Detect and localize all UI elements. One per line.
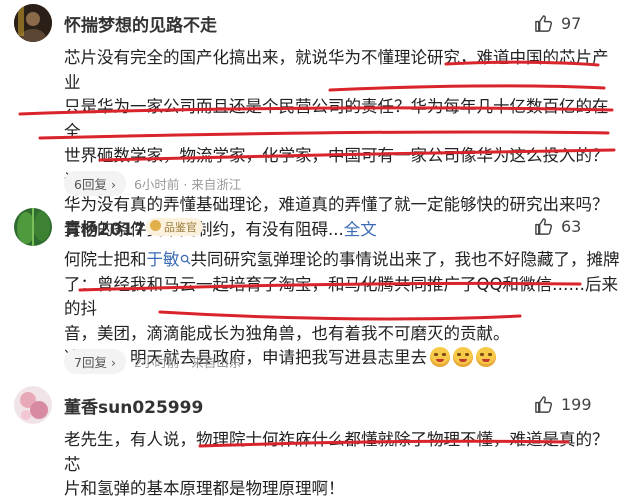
thumbs-up-icon bbox=[535, 395, 553, 413]
like-button[interactable]: 97 bbox=[534, 11, 581, 35]
like-button[interactable]: 63 bbox=[534, 214, 581, 238]
comment-body: 芯片没有完全的国产化搞出来，就说华为不懂理论研究，难道中国的芯片产业 只是华为一… bbox=[64, 46, 624, 242]
avatar-photo-icon bbox=[14, 4, 52, 42]
username[interactable]: 董香sun025999 bbox=[64, 393, 203, 418]
comment-line: 老先生，有人说，物理院士何祚庥什么都懂就除了物理不懂，难道是真的？芯 bbox=[64, 430, 609, 474]
avatar[interactable] bbox=[14, 4, 52, 42]
reply-count: 6回复 bbox=[74, 177, 107, 192]
reply-count-button[interactable]: 6回复 › bbox=[64, 171, 126, 196]
time-location: 2小时前 · 来自山东 bbox=[133, 355, 242, 370]
reply-count: 7回复 bbox=[74, 355, 107, 370]
like-count: 199 bbox=[561, 394, 592, 414]
chevron-right-icon: › bbox=[110, 355, 116, 370]
time-location: 6小时前 · 来自浙江 bbox=[133, 177, 242, 192]
avatar-photo-icon bbox=[14, 386, 52, 424]
like-button[interactable]: 199 bbox=[534, 392, 592, 416]
comment-line: 只是华为一家公司而且还是个民营公司的责任？华为每年几十亿数百亿的在全 bbox=[64, 97, 609, 141]
grinning-emoji bbox=[430, 347, 450, 367]
comment-meta: 7回复 › 2小时前 · 来自山东 bbox=[64, 349, 241, 374]
avatar-photo-icon bbox=[14, 208, 52, 246]
thumbs-up-icon bbox=[535, 217, 553, 235]
comment-text: 共同研究氢弹理论的事情说出来了，我也不好隐藏了，摊牌 bbox=[190, 250, 620, 269]
username[interactable]: 怀揣梦想的见路不走 bbox=[64, 11, 217, 36]
medal-icon bbox=[150, 220, 161, 231]
grinning-emoji bbox=[453, 347, 473, 367]
thumbs-up-icon bbox=[535, 14, 553, 32]
comment-body: 老先生，有人说，物理院士何祚庥什么都懂就除了物理不懂，难道是真的？芯 片和氢弹的… bbox=[64, 428, 624, 502]
comment-meta: 6回复 › 6小时前 · 来自浙江 bbox=[64, 171, 241, 196]
comment-text: 何院士把和 bbox=[64, 250, 147, 269]
comment-line: 了：曾经我和马云一起培育了淘宝，和马化腾共同推广了QQ和微信……后来的抖 bbox=[64, 274, 618, 319]
expand-full-text-link[interactable]: 全文 bbox=[344, 220, 377, 239]
comment-line: 何院士把和于敏 共同研究氢弹理论的事情说出来了，我也不好隐藏了，摊牌 bbox=[64, 248, 624, 273]
like-count: 63 bbox=[561, 216, 582, 236]
chevron-right-icon: › bbox=[110, 177, 116, 192]
user-badge: 品鉴官 bbox=[146, 218, 203, 236]
comment-line: 音，美团，滴滴能成长为独角兽，也有着我不可磨灭的贡献。 bbox=[64, 323, 510, 343]
username[interactable]: 青杨2017 bbox=[64, 215, 145, 240]
search-small-icon bbox=[180, 250, 191, 269]
like-count: 97 bbox=[561, 13, 582, 33]
reply-count-button[interactable]: 7回复 › bbox=[64, 349, 126, 374]
grinning-emoji bbox=[476, 347, 496, 367]
badge-label: 品鉴官 bbox=[164, 221, 197, 234]
mention-link[interactable]: 于敏 bbox=[147, 250, 180, 269]
comment-line: 芯片没有完全的国产化搞出来，就说华为不懂理论研究，难道中国的芯片产业 bbox=[64, 48, 609, 92]
avatar[interactable] bbox=[14, 386, 52, 424]
avatar[interactable] bbox=[14, 208, 52, 246]
